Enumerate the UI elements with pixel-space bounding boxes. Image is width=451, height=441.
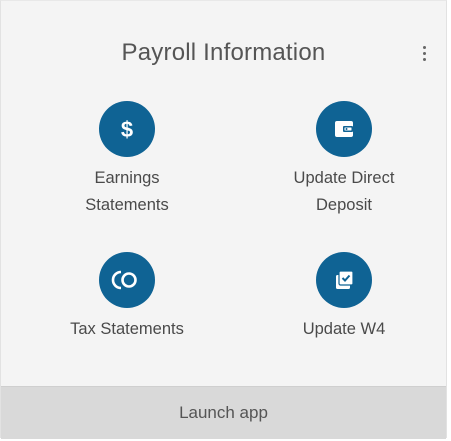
earnings-statements-label-line1: Earnings [94, 169, 160, 187]
svg-text:$: $ [121, 117, 133, 142]
tax-icon [111, 270, 137, 290]
more-options-button[interactable] [415, 41, 433, 65]
payroll-card: Payroll Information $ Earnings Statement… [0, 0, 447, 439]
launch-app-button[interactable]: Launch app [1, 386, 446, 439]
update-direct-deposit-label: Update Direct Deposit [294, 165, 395, 219]
update-direct-deposit-tile[interactable]: Update Direct Deposit [259, 101, 429, 219]
update-w4-icon-circle[interactable] [316, 252, 372, 308]
tax-statements-label-line1: Tax Statements [70, 320, 184, 338]
kebab-dot-icon [422, 45, 426, 49]
tax-statements-tile[interactable]: Tax Statements [42, 252, 212, 343]
earnings-statements-label: Earnings Statements [85, 165, 168, 219]
dollar-icon: $ [121, 117, 133, 142]
update-w4-label: Update W4 [303, 316, 386, 343]
earnings-statements-icon-circle[interactable]: $ [99, 101, 155, 157]
wallet-icon [335, 121, 353, 137]
earnings-statements-label-line2: Statements [85, 196, 169, 214]
update-w4-label-line1: Update W4 [302, 320, 386, 338]
tax-statements-label: Tax Statements [70, 316, 184, 343]
update-direct-deposit-label-line1: Update Direct [293, 169, 395, 187]
card-title: Payroll Information [121, 39, 326, 66]
update-w4-tile[interactable]: Update W4 [259, 252, 429, 343]
update-direct-deposit-icon-circle[interactable] [316, 101, 372, 157]
earnings-statements-tile[interactable]: $ Earnings Statements [42, 101, 212, 219]
kebab-dot-icon [422, 51, 426, 55]
update-direct-deposit-label-line2: Deposit [316, 196, 372, 214]
document-check-icon [336, 270, 354, 289]
tax-statements-icon-circle[interactable] [99, 252, 155, 308]
kebab-dot-icon [422, 57, 426, 61]
